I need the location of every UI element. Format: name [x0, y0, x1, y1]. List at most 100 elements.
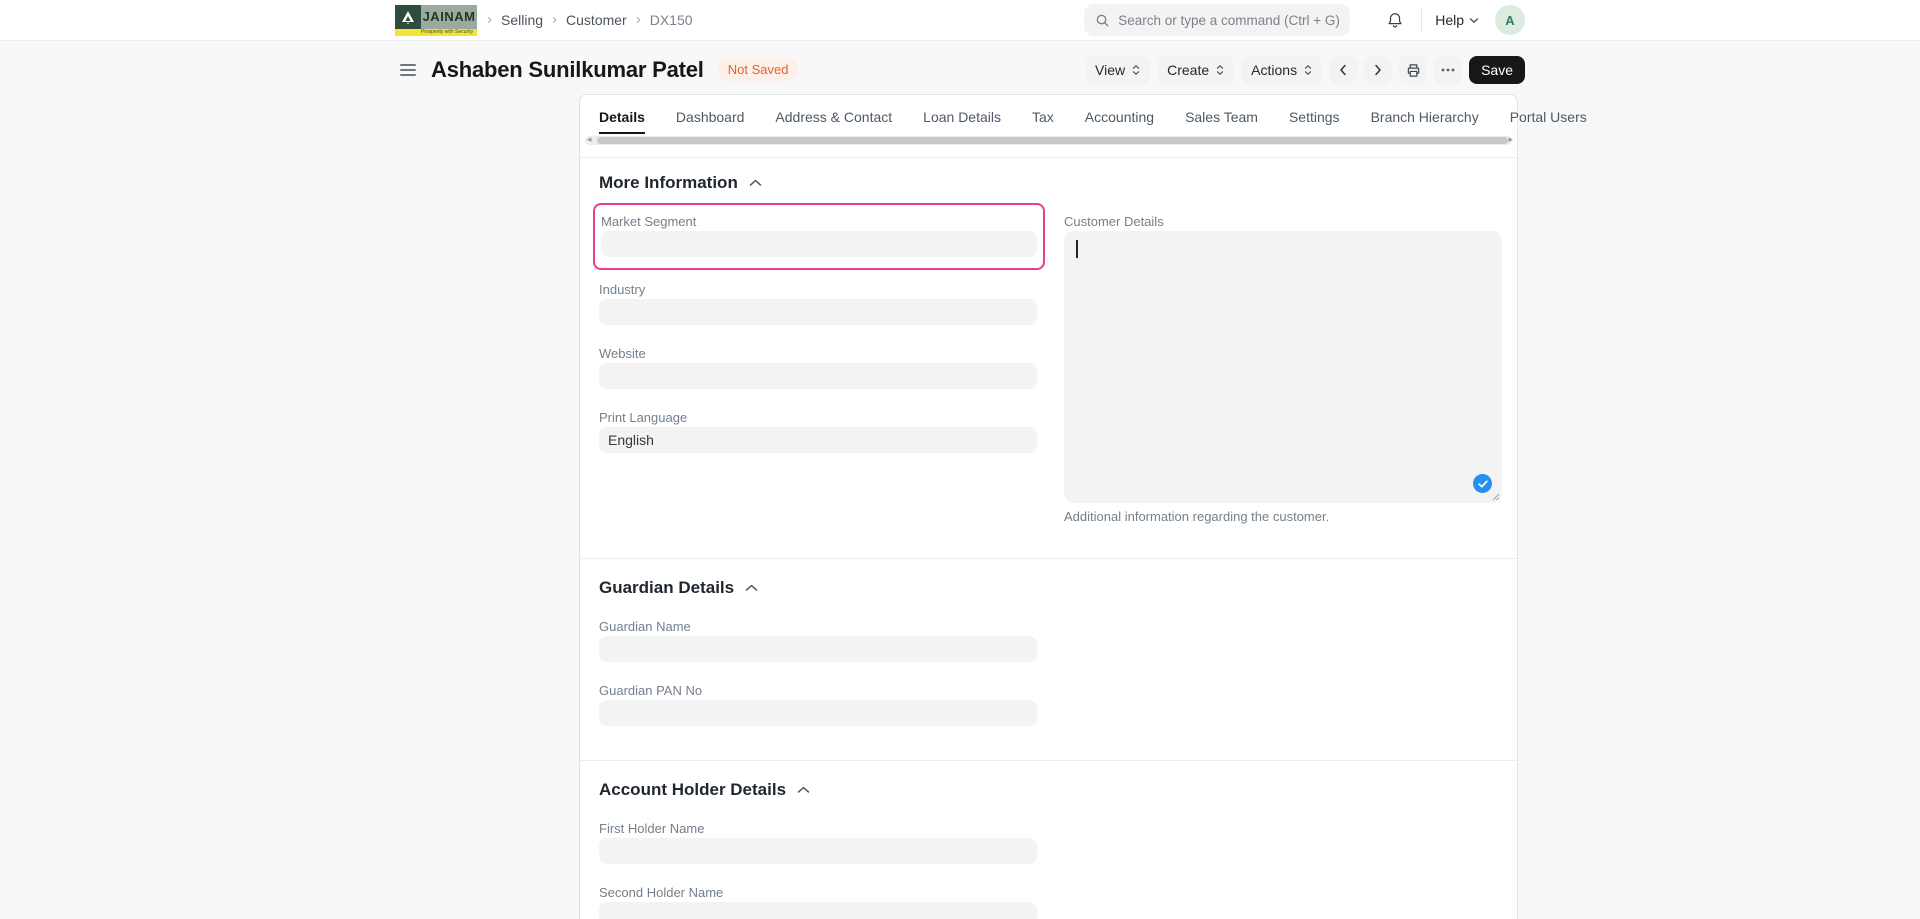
not-saved-badge: Not Saved — [718, 59, 799, 81]
tab-dashboard[interactable]: Dashboard — [676, 109, 745, 134]
page-head: Ashaben Sunilkumar Patel Not Saved View … — [0, 53, 1920, 87]
field-second-holder-name: Second Holder Name — [599, 886, 1037, 919]
text-cursor — [1076, 240, 1078, 258]
field-label: Guardian Name — [599, 620, 1037, 634]
field-label: Customer Details — [1064, 215, 1502, 229]
sidebar-toggle-button[interactable] — [395, 59, 421, 81]
bell-icon — [1386, 11, 1404, 29]
section-more-information-toggle[interactable]: More Information — [599, 173, 1498, 193]
field-label: Industry — [599, 283, 1037, 297]
second-holder-name-input[interactable] — [599, 902, 1037, 919]
section-account-holder-details: Account Holder Details First Holder Name — [580, 760, 1517, 919]
field-website: Website — [599, 347, 1037, 389]
field-label: Print Language — [599, 411, 1037, 425]
section-title: More Information — [599, 173, 738, 193]
breadcrumb-separator-icon: › — [636, 12, 641, 27]
check-icon — [1478, 480, 1488, 488]
select-caret-icon — [1132, 64, 1140, 76]
field-label: First Holder Name — [599, 822, 1037, 836]
jainam-logo[interactable]: JAINAM Prosperity with Security — [395, 5, 477, 36]
market-segment-highlight: Market Segment — [593, 203, 1045, 270]
previous-document-button[interactable] — [1329, 56, 1357, 84]
actions-button[interactable]: Actions — [1241, 56, 1322, 84]
field-label: Market Segment — [601, 213, 1037, 229]
tab-settings[interactable]: Settings — [1289, 109, 1340, 134]
logo-triangle-icon — [395, 5, 421, 29]
field-guardian-name: Guardian Name — [599, 620, 1037, 662]
user-avatar[interactable]: A — [1495, 5, 1525, 35]
chevron-down-icon — [1469, 17, 1479, 24]
select-caret-icon — [1304, 64, 1312, 76]
field-label: Second Holder Name — [599, 886, 1037, 900]
notifications-bell-button[interactable] — [1382, 7, 1408, 33]
field-industry: Industry — [599, 283, 1037, 325]
section-account-holder-details-toggle[interactable]: Account Holder Details — [599, 780, 1498, 800]
tab-tax[interactable]: Tax — [1032, 109, 1054, 134]
section-guardian-details: Guardian Details Guardian Name — [580, 558, 1517, 760]
save-button[interactable]: Save — [1469, 56, 1525, 84]
scroll-right-arrow-icon[interactable]: ▸ — [1508, 135, 1513, 144]
menu-more-button[interactable] — [1434, 56, 1462, 84]
customer-details-textarea[interactable] — [1064, 231, 1502, 503]
breadcrumb-separator-icon: › — [487, 12, 492, 27]
printer-icon — [1406, 63, 1421, 78]
next-document-button[interactable] — [1364, 56, 1392, 84]
market-segment-input[interactable] — [601, 231, 1037, 257]
tab-loan-details[interactable]: Loan Details — [923, 109, 1001, 134]
first-holder-name-input[interactable] — [599, 838, 1037, 864]
logo-tagline: Prosperity with Security — [395, 29, 477, 36]
field-label: Website — [599, 347, 1037, 361]
print-language-input[interactable]: English — [599, 427, 1037, 453]
form-layout: More Information Market Segment — [580, 157, 1517, 919]
view-button[interactable]: View — [1085, 56, 1150, 84]
form-tabs: Details Dashboard Address & Contact Loan… — [580, 95, 1517, 134]
website-input[interactable] — [599, 363, 1037, 389]
help-dropdown[interactable]: Help — [1435, 12, 1479, 28]
tab-accounting[interactable]: Accounting — [1085, 109, 1154, 134]
guardian-pan-no-input[interactable] — [599, 700, 1037, 726]
tab-details[interactable]: Details — [599, 109, 645, 134]
column-left: Guardian Name Guardian PAN No — [599, 620, 1037, 748]
breadcrumb-separator-icon: › — [552, 12, 557, 27]
search-icon — [1095, 13, 1110, 28]
guardian-name-input[interactable] — [599, 636, 1037, 662]
industry-input[interactable] — [599, 299, 1037, 325]
scroll-left-arrow-icon[interactable]: ◂ — [587, 135, 592, 144]
logo-brand-text: JAINAM — [421, 5, 477, 29]
section-more-information: More Information Market Segment — [580, 157, 1517, 558]
print-button[interactable] — [1399, 56, 1427, 84]
breadcrumb-customer[interactable]: Customer — [566, 12, 627, 28]
create-button[interactable]: Create — [1157, 56, 1234, 84]
confirm-check-button[interactable] — [1473, 474, 1492, 493]
breadcrumb: › Selling › Customer › DX150 — [487, 12, 693, 28]
scrollbar-thumb[interactable] — [597, 137, 1508, 144]
column-left: First Holder Name Second Holder Name Thi… — [599, 822, 1037, 919]
menu-icon — [400, 64, 416, 66]
breadcrumb-current-docname: DX150 — [650, 12, 693, 28]
chevron-up-icon — [797, 786, 810, 794]
ellipsis-icon — [1441, 68, 1455, 72]
resize-handle-icon[interactable] — [1491, 492, 1500, 501]
navbar-divider — [1421, 9, 1422, 31]
field-market-segment: Market Segment — [601, 213, 1037, 257]
horizontal-scrollbar[interactable]: ◂ ▸ — [585, 136, 1512, 145]
section-title: Guardian Details — [599, 578, 734, 598]
chevron-up-icon — [745, 584, 758, 592]
column-left: Market Segment Industry Website — [599, 215, 1037, 546]
page-title: Ashaben Sunilkumar Patel — [431, 57, 704, 83]
search-input[interactable] — [1118, 13, 1339, 28]
tab-branch-hierarchy[interactable]: Branch Hierarchy — [1371, 109, 1479, 134]
customer-form-card: Details Dashboard Address & Contact Loan… — [579, 94, 1518, 919]
tab-sales-team[interactable]: Sales Team — [1185, 109, 1258, 134]
avatar-initial: A — [1505, 13, 1514, 28]
field-print-language: Print Language English — [599, 411, 1037, 453]
section-guardian-details-toggle[interactable]: Guardian Details — [599, 578, 1498, 598]
global-search[interactable] — [1084, 4, 1350, 36]
column-right — [1064, 822, 1502, 919]
breadcrumb-selling[interactable]: Selling — [501, 12, 543, 28]
field-label: Guardian PAN No — [599, 684, 1037, 698]
tab-address-contact[interactable]: Address & Contact — [775, 109, 892, 134]
tab-portal-users[interactable]: Portal Users — [1510, 109, 1587, 134]
chevron-up-icon — [749, 179, 762, 187]
field-first-holder-name: First Holder Name — [599, 822, 1037, 864]
